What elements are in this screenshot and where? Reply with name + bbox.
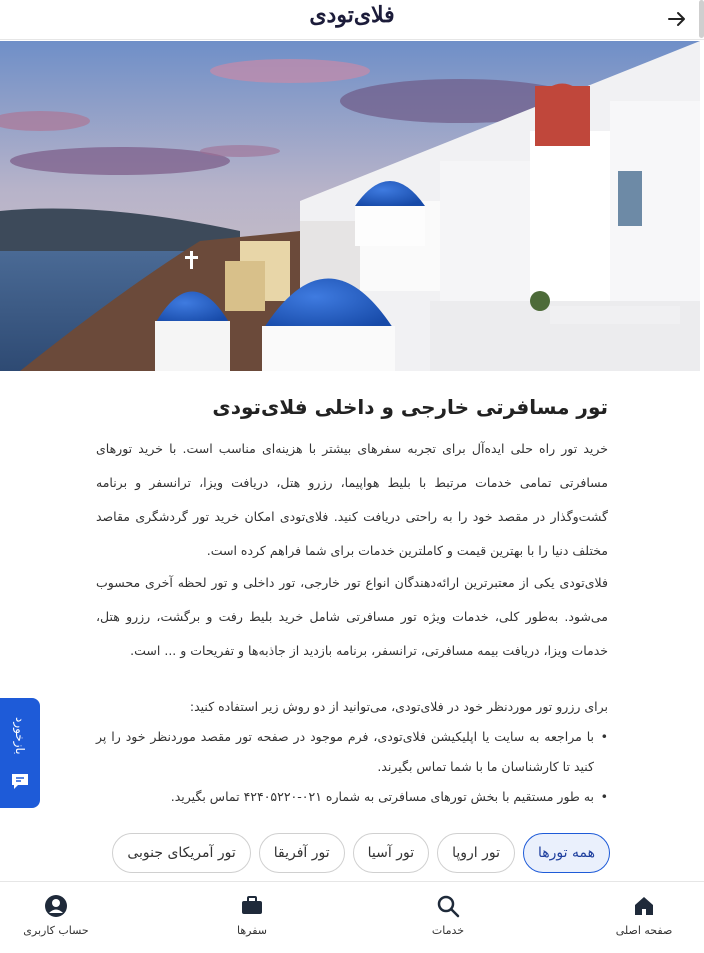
tour-category-chips: همه تورهاتور اروپاتور آسیاتور آفریقاتور …	[90, 833, 610, 875]
page-title: تور مسافرتی خارجی و داخلی فلای‌تودی	[212, 395, 608, 419]
nav-trips-label: سفرها	[236, 924, 267, 937]
briefcase-icon	[242, 896, 262, 914]
chip-europe[interactable]: تور اروپا	[437, 833, 516, 873]
nav-services-label: خدمات	[431, 924, 465, 937]
santorini-illustration	[0, 41, 700, 371]
account-icon	[45, 895, 67, 917]
nav-home[interactable]: صفحه اصلی	[594, 894, 694, 937]
booking-methods-list: با مراجعه به سایت یا اپلیکیشن فلای‌تودی،…	[96, 722, 608, 812]
intro-paragraph: خرید تور راه حلی ایده‌آل برای تجربه سفره…	[96, 441, 608, 558]
nav-trips[interactable]: سفرها	[202, 894, 302, 937]
chip-asia[interactable]: تور آسیا	[352, 833, 430, 873]
app-logo[interactable]: فلای‌تودی	[0, 2, 704, 28]
scrollbar-thumb[interactable]	[699, 0, 704, 38]
app-header: فلای‌تودی	[0, 0, 704, 40]
nav-home-label: صفحه اصلی	[615, 924, 673, 937]
chip-south-america[interactable]: تور آمریکای جنوبی	[112, 833, 251, 873]
chip-africa[interactable]: تور آفریقا	[258, 833, 345, 873]
hero-image	[0, 41, 700, 371]
bottom-navigation: صفحه اصلی خدمات سفرها حساب کاربری	[0, 881, 704, 953]
chip-all-tours[interactable]: همه تورها	[523, 833, 610, 873]
feedback-label: بازخورد	[13, 717, 27, 755]
feedback-button[interactable]: بازخورد	[0, 698, 40, 808]
nav-services[interactable]: خدمات	[398, 894, 498, 937]
home-icon	[635, 897, 653, 915]
nav-account[interactable]: حساب کاربری	[6, 894, 106, 937]
nav-account-label: حساب کاربری	[23, 924, 89, 937]
services-paragraph: فلای‌تودی یکی از معتبرترین ارائه‌دهندگان…	[96, 575, 608, 658]
list-item: با مراجعه به سایت یا اپلیکیشن فلای‌تودی،…	[96, 722, 608, 782]
search-icon	[437, 895, 460, 918]
feedback-icon	[12, 774, 28, 789]
list-item: به طور مستقیم با بخش تورهای مسافرتی به ش…	[96, 782, 608, 812]
booking-intro: برای رزرو تور موردنظر خود در فلای‌تودی، …	[189, 699, 608, 714]
